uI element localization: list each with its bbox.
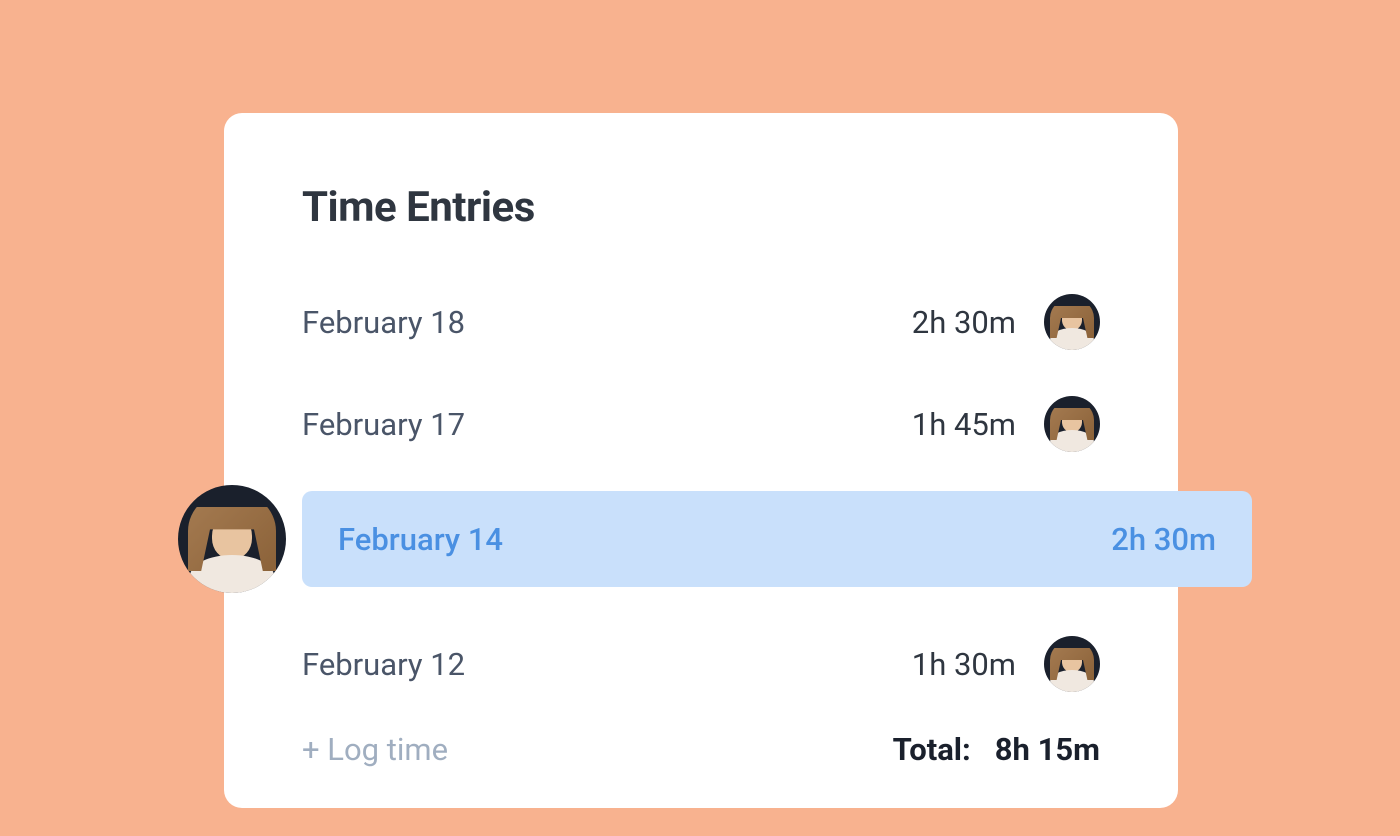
- user-avatar-icon: [1044, 396, 1100, 452]
- entry-date: February 17: [302, 406, 465, 443]
- user-avatar-icon: [178, 485, 286, 593]
- entry-date: February 12: [302, 646, 465, 683]
- total-value: 8h 15m: [995, 731, 1100, 768]
- entry-date: February 18: [302, 304, 465, 341]
- entry-duration: 1h 45m: [912, 406, 1016, 443]
- total-label: Total:: [893, 731, 971, 768]
- total-wrapper: Total: 8h 15m: [893, 731, 1100, 768]
- footer: + Log time Total: 8h 15m: [302, 731, 1100, 768]
- user-avatar-icon: [1044, 636, 1100, 692]
- panel-title: Time Entries: [302, 183, 1100, 232]
- selected-entry-wrapper: February 14 2h 30m: [302, 491, 1100, 587]
- time-entry-row[interactable]: February 17 1h 45m: [302, 389, 1100, 459]
- entry-right: 2h 30m: [1111, 521, 1216, 558]
- time-entry-row[interactable]: February 18 2h 30m: [302, 287, 1100, 357]
- entry-date: February 14: [338, 521, 503, 558]
- entry-duration: 1h 30m: [912, 646, 1016, 683]
- time-entries-panel: Time Entries February 18 2h 30m February…: [224, 113, 1178, 808]
- entry-right: 2h 30m: [912, 294, 1100, 350]
- entries-list: February 18 2h 30m February 17 1h 45m Fe…: [302, 287, 1100, 699]
- entry-duration: 2h 30m: [1111, 521, 1216, 558]
- time-entry-row[interactable]: February 12 1h 30m: [302, 629, 1100, 699]
- entry-right: 1h 30m: [912, 636, 1100, 692]
- entry-duration: 2h 30m: [912, 304, 1016, 341]
- log-time-button[interactable]: + Log time: [302, 731, 448, 768]
- time-entry-row-selected[interactable]: February 14 2h 30m: [302, 491, 1252, 587]
- entry-right: 1h 45m: [912, 396, 1100, 452]
- user-avatar-icon: [1044, 294, 1100, 350]
